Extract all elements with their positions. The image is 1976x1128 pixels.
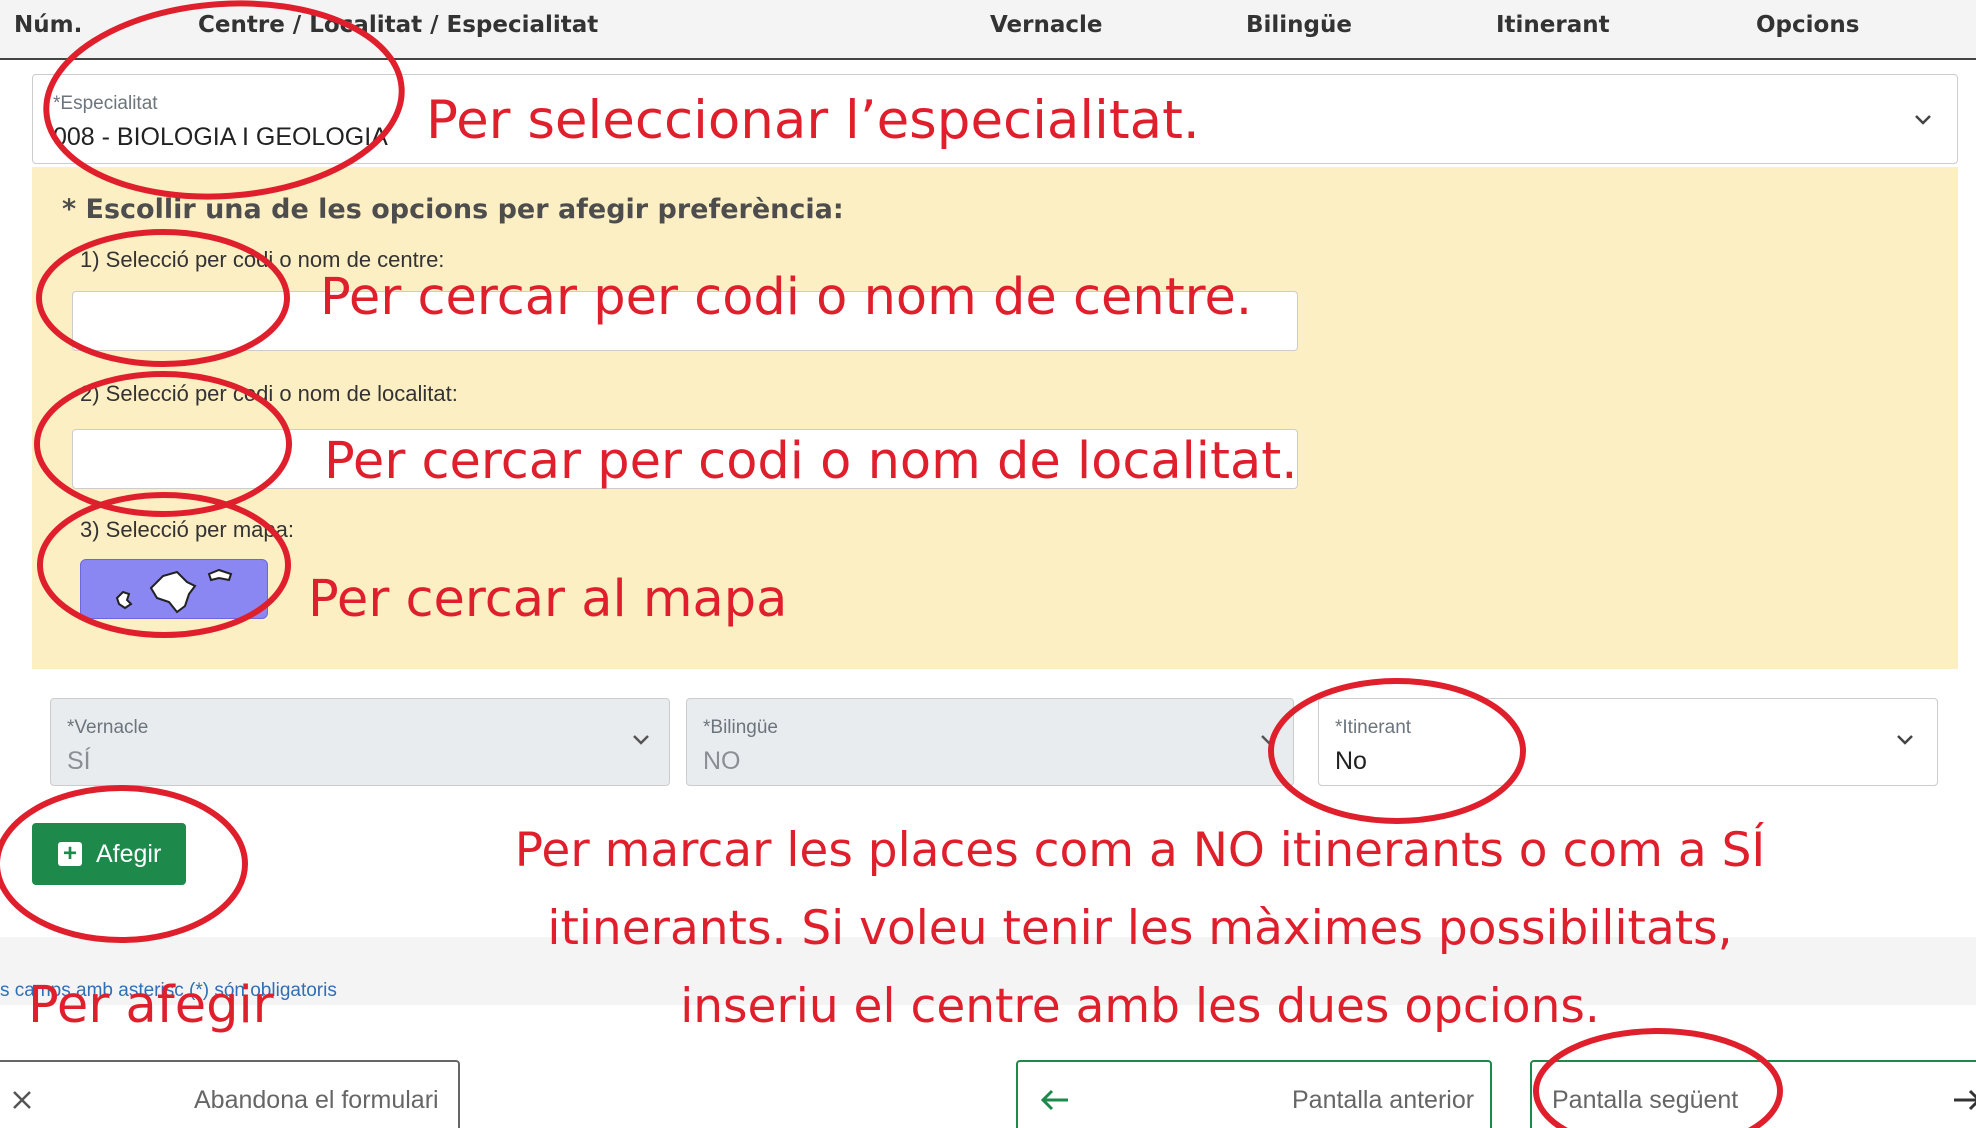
- column-header-itinerant: Itinerant: [1496, 12, 1610, 38]
- column-header-vernacle: Vernacle: [990, 12, 1103, 38]
- itinerant-value: No: [1335, 747, 1367, 775]
- itinerant-label: *Itinerant: [1335, 717, 1412, 738]
- bilingue-value: NO: [703, 747, 741, 775]
- table-header: Núm. Centre / Localitat / Especialitat V…: [0, 0, 1976, 60]
- annotation-itinerant: Per marcar les places com a NO itinerant…: [380, 812, 1900, 1046]
- chevron-down-icon: [1261, 735, 1277, 745]
- next-screen-label: Pantalla següent: [1552, 1086, 1739, 1114]
- arrow-left-icon: [1040, 1089, 1068, 1111]
- plus-square-icon: +: [58, 842, 82, 866]
- next-screen-button[interactable]: Pantalla següent: [1530, 1060, 1976, 1128]
- previous-screen-label: Pantalla anterior: [1292, 1086, 1475, 1114]
- especialitat-value: 008 - BIOLOGIA I GEOLOGIA: [53, 123, 388, 151]
- chevron-down-icon[interactable]: [1911, 107, 1935, 131]
- map-select-button[interactable]: [80, 559, 268, 619]
- chevron-down-icon: [633, 735, 649, 745]
- balearic-islands-map-icon: [115, 568, 233, 614]
- chevron-down-icon[interactable]: [1893, 727, 1917, 751]
- itinerant-select[interactable]: *Itinerant No: [1318, 698, 1938, 786]
- annotation-afegir: Per afegir: [28, 976, 274, 1035]
- abandon-form-button[interactable]: Abandona el formulari: [0, 1060, 460, 1128]
- vernacle-select[interactable]: *Vernacle SÍ: [50, 698, 670, 786]
- annotation-itinerant-line2: itinerants. Si voleu tenir les màximes p…: [547, 901, 1733, 956]
- annotation-mapa: Per cercar al mapa: [308, 570, 788, 629]
- annotation-localitat: Per cercar per codi o nom de localitat.: [324, 432, 1298, 491]
- especialitat-label: *Especialitat: [53, 93, 158, 114]
- bilingue-label: *Bilingüe: [703, 717, 778, 738]
- vernacle-value: SÍ: [67, 747, 91, 775]
- column-header-num: Núm.: [14, 12, 83, 38]
- bilingue-select[interactable]: *Bilingüe NO: [686, 698, 1294, 786]
- add-button[interactable]: + Afegir: [32, 823, 186, 885]
- close-icon: [13, 1091, 31, 1109]
- previous-screen-button[interactable]: Pantalla anterior: [1016, 1060, 1492, 1128]
- annotation-itinerant-line1: Per marcar les places com a NO itinerant…: [514, 823, 1766, 878]
- vernacle-label: *Vernacle: [67, 717, 149, 738]
- add-button-label: Afegir: [96, 840, 162, 868]
- column-header-bilingue: Bilingüe: [1246, 12, 1352, 38]
- abandon-form-label: Abandona el formulari: [194, 1086, 439, 1114]
- annotation-itinerant-line3: inseriu el centre amb les dues opcions.: [680, 979, 1600, 1034]
- arrow-right-icon: [1954, 1089, 1976, 1111]
- option2-label: 2) Selecció per codi o nom de localitat:: [80, 381, 458, 406]
- annotation-especialitat: Per seleccionar l’especialitat.: [426, 90, 1200, 151]
- option3-label: 3) Selecció per mapa:: [80, 517, 294, 542]
- panel-title: * Escollir una de les opcions per afegir…: [62, 194, 844, 225]
- column-header-opcions: Opcions: [1756, 12, 1860, 38]
- annotation-centre: Per cercar per codi o nom de centre.: [320, 268, 1253, 327]
- column-header-centre: Centre / Localitat / Especialitat: [198, 12, 599, 38]
